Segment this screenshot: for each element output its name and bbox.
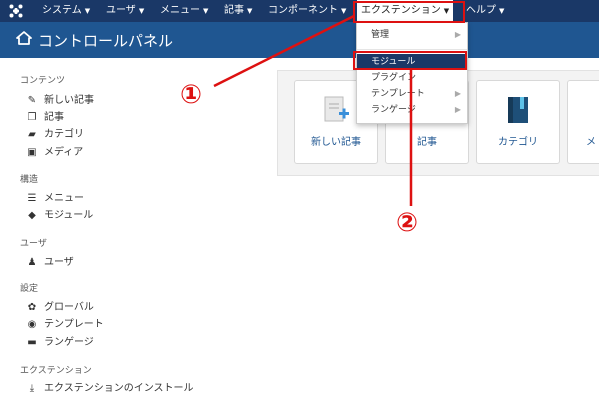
sidebar-item-menus[interactable]: ☰ メニュー <box>26 192 84 206</box>
highlight-box-modules-item <box>353 51 467 70</box>
sidebar-item-languages[interactable]: ▬ ランゲージ <box>26 336 94 350</box>
caret-down-icon: ▼ <box>499 7 505 15</box>
highlight-box-extensions-menu <box>353 1 465 23</box>
sidebar-item-categories[interactable]: ▰ カテゴリ <box>26 128 84 142</box>
caret-down-icon: ▼ <box>247 7 253 15</box>
sidebar-heading-extensions: エクステンション <box>20 366 92 376</box>
cog-icon: ✿ <box>27 302 37 313</box>
dropdown-item-plugins[interactable]: プラグイン <box>357 70 467 86</box>
cube-icon: ◆ <box>28 210 36 221</box>
sidebar-item-articles[interactable]: ❐ 記事 <box>26 111 64 125</box>
caret-down-icon: ▼ <box>341 7 347 15</box>
sidebar-item-templates[interactable]: ◉ テンプレート <box>26 318 104 332</box>
annotation-callout-2: ② <box>396 208 419 238</box>
dropdown-item-languages[interactable]: ランゲージ ▶ <box>357 102 467 118</box>
quickicon-label: カテゴリ <box>498 137 538 148</box>
chevron-right-icon: ▶ <box>454 105 461 114</box>
menu-menus[interactable]: メニュー ▼ <box>160 0 208 22</box>
menu-help[interactable]: ヘルプ ▼ <box>466 0 504 22</box>
chevron-right-icon: ▶ <box>454 30 461 39</box>
extensions-dropdown: 管理 ▶ モジュール プラグイン テンプレート ▶ ランゲージ ▶ <box>356 22 468 124</box>
categories-icon <box>508 97 528 123</box>
sidebar-heading-users: ユーザ <box>20 239 47 249</box>
home-icon <box>16 31 32 45</box>
copy-icon: ❐ <box>27 112 37 123</box>
new-article-icon <box>324 96 349 122</box>
pencil-icon: ✎ <box>27 95 37 106</box>
sidebar-item-modules[interactable]: ◆ モジュール <box>26 209 93 223</box>
quickicon-media[interactable]: メ <box>567 80 599 164</box>
chevron-right-icon: ▶ <box>454 89 461 98</box>
caret-down-icon: ▼ <box>138 7 145 15</box>
image-icon: ▣ <box>27 147 37 158</box>
user-icon: ♟ <box>27 257 37 268</box>
caret-down-icon: ▼ <box>203 7 209 15</box>
sidebar-item-new-article[interactable]: ✎ 新しい記事 <box>26 94 94 108</box>
quickicon-label: 新しい記事 <box>311 137 361 148</box>
folder-icon: ▰ <box>28 129 36 140</box>
dropdown-divider <box>357 49 467 50</box>
sidebar-item-install-extensions[interactable]: ⤓ エクステンションのインストール <box>26 382 194 396</box>
sidebar-item-users[interactable]: ♟ ユーザ <box>26 256 74 270</box>
menu-components[interactable]: コンポーネント ▼ <box>268 0 346 22</box>
page-title: コントロールパネル <box>38 32 174 50</box>
quickicon-label: 記事 <box>417 137 437 148</box>
top-navbar: システム ▼ ユーザ ▼ メニュー ▼ 記事 ▼ コンポーネント ▼ エクステンション ▼ … <box>0 0 599 22</box>
dropdown-item-manage[interactable]: 管理 ▶ <box>357 27 467 43</box>
quickicon-label: メ <box>586 137 596 148</box>
caret-down-icon: ▼ <box>84 7 91 15</box>
comments-icon: ▬ <box>27 337 37 348</box>
quickicon-categories[interactable]: カテゴリ <box>476 80 560 164</box>
menu-system[interactable]: システム ▼ <box>42 0 90 22</box>
dropdown-item-templates[interactable]: テンプレート ▶ <box>357 86 467 102</box>
sidebar-heading-content: コンテンツ <box>20 76 66 86</box>
annotation-callout-1: ① <box>180 80 203 110</box>
sidebar-item-media[interactable]: ▣ メディア <box>26 146 83 160</box>
sidebar-heading-settings: 設定 <box>20 284 39 294</box>
menu-users[interactable]: ユーザ ▼ <box>106 0 144 22</box>
sidebar-heading-structure: 構造 <box>20 175 39 185</box>
download-icon: ⤓ <box>29 383 35 394</box>
sidebar-item-global[interactable]: ✿ グローバル <box>26 301 94 315</box>
list-icon: ☰ <box>27 193 37 204</box>
eye-icon: ◉ <box>27 319 37 330</box>
menu-content[interactable]: 記事 ▼ <box>224 0 252 22</box>
joomla-logo-icon[interactable] <box>8 3 24 19</box>
